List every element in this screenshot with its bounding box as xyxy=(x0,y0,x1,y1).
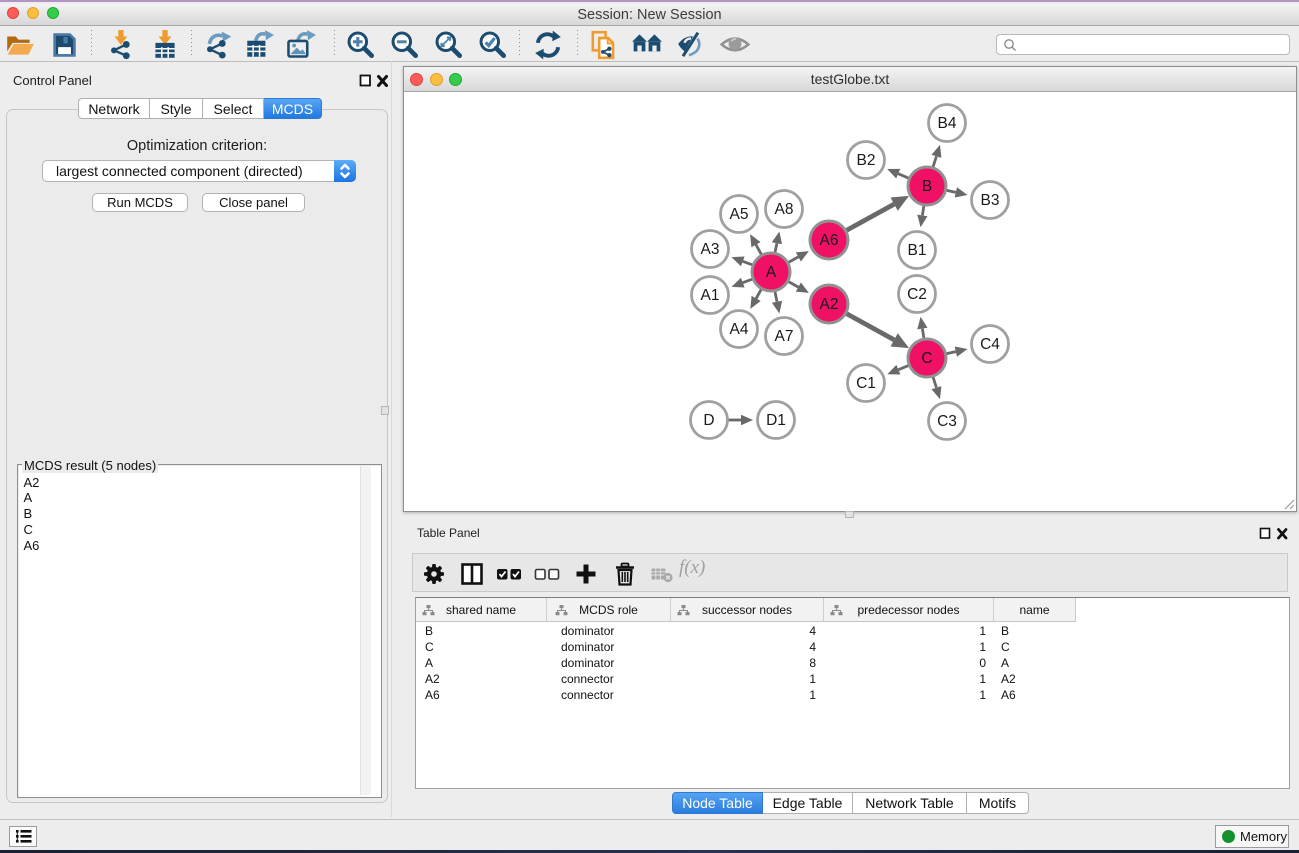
svg-text:B1: B1 xyxy=(908,242,927,259)
svg-text:C4: C4 xyxy=(980,336,1000,353)
svg-text:A6: A6 xyxy=(820,232,839,249)
svg-text:C1: C1 xyxy=(856,375,876,392)
svg-text:B: B xyxy=(922,178,932,195)
svg-text:A8: A8 xyxy=(775,201,794,218)
svg-text:D1: D1 xyxy=(766,412,786,429)
svg-text:B4: B4 xyxy=(938,115,957,132)
svg-text:A1: A1 xyxy=(701,287,720,304)
svg-text:C2: C2 xyxy=(907,286,927,303)
svg-text:B2: B2 xyxy=(857,152,876,169)
svg-text:A2: A2 xyxy=(820,296,839,313)
svg-text:A: A xyxy=(766,264,777,281)
svg-text:D: D xyxy=(703,412,714,429)
svg-text:A4: A4 xyxy=(730,321,749,338)
svg-text:C: C xyxy=(921,350,932,367)
svg-text:B3: B3 xyxy=(981,192,1000,209)
svg-text:A3: A3 xyxy=(701,241,720,258)
svg-text:A5: A5 xyxy=(730,206,749,223)
svg-text:C3: C3 xyxy=(937,413,957,430)
svg-text:A7: A7 xyxy=(775,328,794,345)
